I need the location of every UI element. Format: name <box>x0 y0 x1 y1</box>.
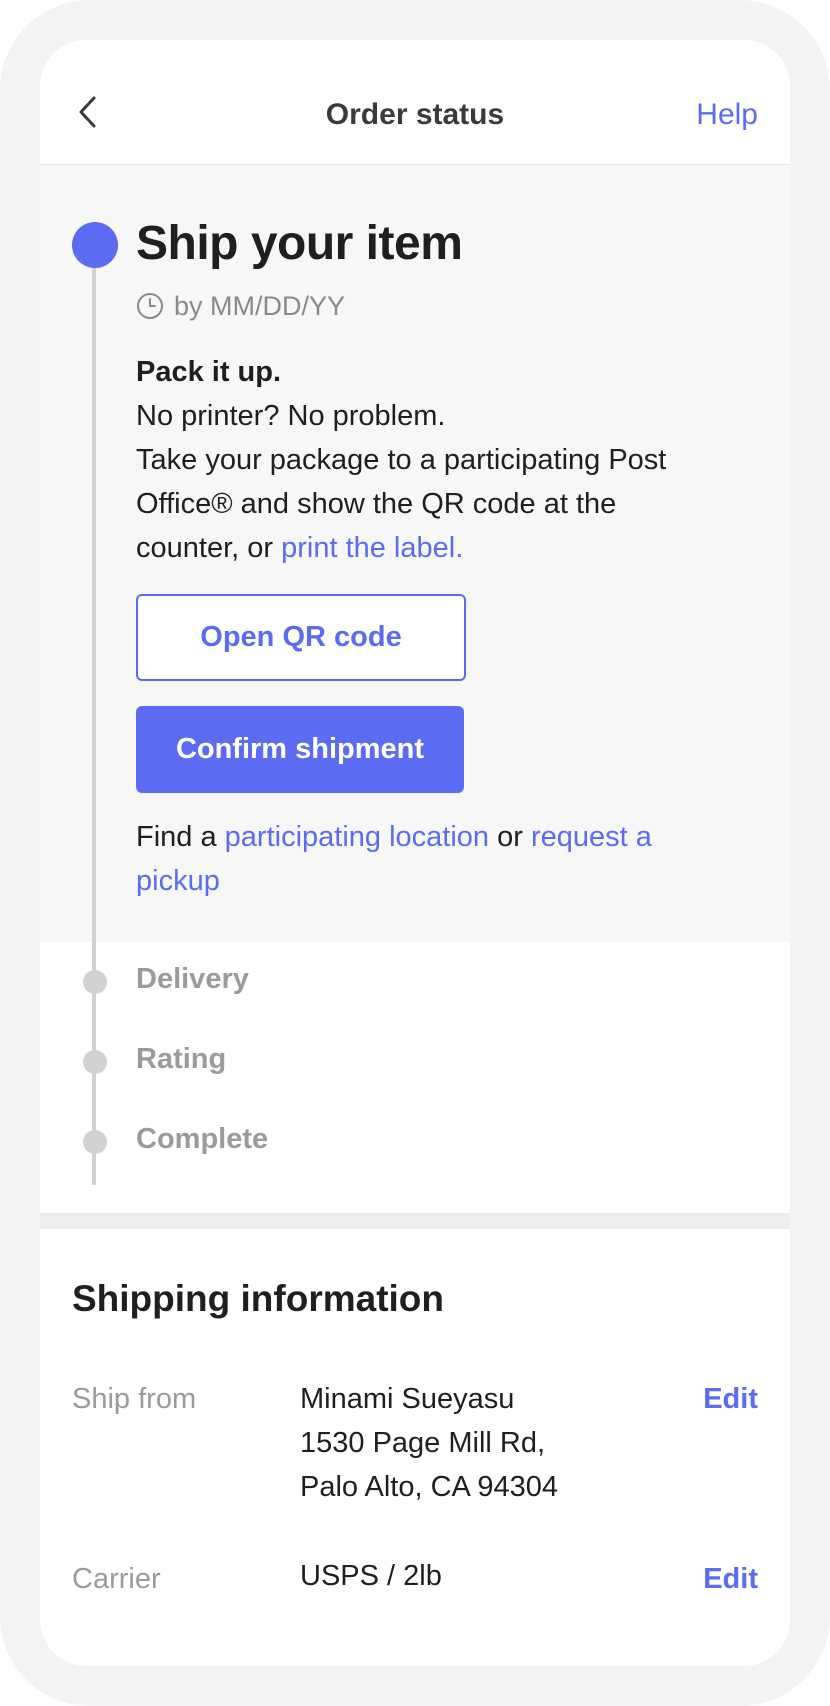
ship-from-city: Palo Alto, CA 94304 <box>300 1471 558 1503</box>
complete-step-dot <box>83 1130 107 1154</box>
rating-step-dot <box>83 1050 107 1074</box>
step-title: Ship your item <box>136 217 463 270</box>
find-or: or <box>489 821 531 853</box>
timeline-line <box>92 245 96 1185</box>
instructions-line-3: Office® and show the QR code at the <box>136 488 617 520</box>
print-label-link[interactable]: print the label. <box>281 532 463 564</box>
instructions-line-2: Take your package to a participating Pos… <box>136 444 667 476</box>
page-title: Order status <box>325 98 505 131</box>
request-pickup-link-text-2: pickup <box>136 865 220 897</box>
instructions-heading: Pack it up. <box>136 356 282 388</box>
instructions: Pack it up. No printer? No problem. Take… <box>136 350 736 570</box>
clock-icon <box>137 293 163 319</box>
ship-from-name: Minami Sueyasu <box>300 1383 515 1415</box>
instructions-line-1: No printer? No problem. <box>136 400 446 432</box>
section-divider <box>40 1213 790 1229</box>
ship-from-label: Ship from <box>72 1383 197 1415</box>
help-link[interactable]: Help <box>696 98 758 132</box>
due-date-text: by MM/DD/YY <box>174 290 346 321</box>
instructions-line-4-text: counter, or <box>136 532 282 564</box>
step-rating: Rating <box>136 1043 227 1075</box>
carrier-value: USPS / 2lb <box>300 1560 442 1592</box>
ship-from-street: 1530 Page Mill Rd, <box>300 1427 546 1459</box>
find-prefix: Find a <box>136 821 225 853</box>
find-location-text: Find a participating location or request… <box>136 815 736 903</box>
confirm-shipment-button[interactable]: Confirm shipment <box>136 706 464 793</box>
device-frame: Order status Help Ship your item by MM/D… <box>0 0 830 1706</box>
step-complete: Complete <box>136 1123 269 1155</box>
request-pickup-link-text-1: request a <box>530 821 652 853</box>
edit-ship-from-button[interactable]: Edit <box>703 1383 758 1416</box>
instructions-line-4: counter, or print the label. <box>136 526 736 570</box>
screen: Order status Help Ship your item by MM/D… <box>40 40 790 1666</box>
participating-location-link[interactable]: participating location <box>225 821 489 853</box>
shipping-info-title: Shipping information <box>72 1278 445 1319</box>
edit-carrier-button[interactable]: Edit <box>703 1563 758 1596</box>
due-date: by MM/DD/YY <box>136 290 345 322</box>
open-qr-code-button[interactable]: Open QR code <box>136 594 466 681</box>
ship-from-address: Minami Sueyasu 1530 Page Mill Rd, Palo A… <box>300 1377 558 1509</box>
delivery-step-dot <box>83 970 107 994</box>
active-step-dot <box>72 222 118 268</box>
step-delivery: Delivery <box>136 963 249 995</box>
top-bar: Order status Help <box>40 40 790 165</box>
carrier-label: Carrier <box>72 1563 161 1595</box>
